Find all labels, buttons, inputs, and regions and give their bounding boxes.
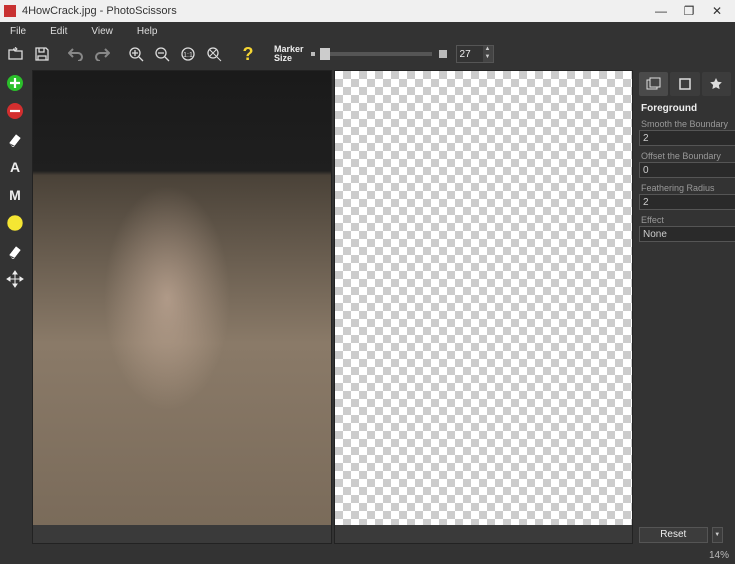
marker-size-slider[interactable] (310, 49, 448, 59)
auto-mode-tool[interactable]: A (2, 154, 28, 180)
eraser2-icon (6, 243, 24, 259)
tab-layers[interactable] (639, 72, 668, 96)
result-canvas[interactable] (335, 71, 633, 525)
workspace (30, 68, 635, 546)
source-pane (32, 70, 332, 544)
status-bar: 14% (0, 546, 735, 564)
eraser-icon (6, 131, 24, 147)
move-icon (6, 270, 24, 288)
feathering-radius-input[interactable] (639, 194, 735, 210)
svg-text:1:1: 1:1 (183, 52, 193, 59)
highlight-tool[interactable] (2, 210, 28, 236)
save-icon (35, 47, 49, 61)
crop-icon (678, 77, 692, 91)
minimize-button[interactable]: — (647, 1, 675, 21)
window-title: 4HowCrack.jpg - PhotoScissors (22, 5, 647, 17)
top-toolbar: 1:1 ? Marker Size ▲▼ (0, 40, 735, 68)
zoom-actual-button[interactable]: 1:1 (176, 42, 200, 66)
marker-size-spinbox[interactable]: ▲▼ (456, 45, 494, 63)
chevron-down-icon: ▼ (714, 532, 720, 538)
eraser-tool[interactable] (2, 126, 28, 152)
layers-icon (646, 77, 662, 91)
feathering-radius-label: Feathering Radius (635, 181, 735, 194)
slider-max-icon (438, 49, 448, 59)
smooth-boundary-input[interactable] (639, 130, 735, 146)
close-button[interactable]: ✕ (703, 1, 731, 21)
svg-text:?: ? (243, 45, 254, 63)
yellow-circle-icon (6, 214, 24, 232)
minus-circle-icon (6, 102, 24, 120)
result-pane-footer (335, 525, 633, 543)
marker-size-label: Marker Size (274, 45, 304, 63)
reset-dropdown[interactable]: ▼ (712, 527, 724, 543)
tab-crop[interactable] (670, 72, 699, 96)
transparent-background (335, 71, 633, 525)
letter-m-icon: M (6, 186, 24, 204)
help-button[interactable]: ? (236, 42, 260, 66)
marker-size-input[interactable] (457, 46, 483, 62)
zoom-fit-icon (207, 47, 222, 62)
zoom-level: 14% (709, 550, 729, 561)
menubar: File Edit View Help (0, 22, 735, 40)
right-panel: Foreground Smooth the Boundary ▲▼ Offset… (635, 68, 735, 546)
slider-thumb[interactable] (320, 48, 330, 60)
result-pane (334, 70, 634, 544)
foreground-marker-tool[interactable] (2, 70, 28, 96)
zoom-actual-icon: 1:1 (181, 47, 196, 62)
zoom-in-icon (129, 47, 144, 62)
main-area: A M (0, 68, 735, 546)
zoom-in-button[interactable] (124, 42, 148, 66)
effect-select[interactable] (639, 226, 735, 242)
plus-circle-icon (6, 74, 24, 92)
spin-down[interactable]: ▼ (483, 54, 493, 62)
redo-icon (94, 47, 110, 61)
source-image (33, 71, 331, 525)
menu-file[interactable]: File (2, 26, 42, 37)
smooth-boundary-label: Smooth the Boundary (635, 117, 735, 130)
help-icon: ? (241, 45, 255, 63)
menu-edit[interactable]: Edit (42, 26, 83, 37)
svg-text:M: M (9, 187, 21, 203)
slider-min-icon (310, 51, 316, 57)
tab-effects[interactable] (702, 72, 731, 96)
zoom-out-icon (155, 47, 170, 62)
save-button[interactable] (30, 42, 54, 66)
undo-button[interactable] (64, 42, 88, 66)
right-panel-footer: Reset ▼ (635, 524, 735, 546)
letter-a-icon: A (6, 158, 24, 176)
menu-help[interactable]: Help (129, 26, 174, 37)
redo-button[interactable] (90, 42, 114, 66)
offset-boundary-label: Offset the Boundary (635, 149, 735, 162)
background-marker-tool[interactable] (2, 98, 28, 124)
source-pane-footer (33, 525, 331, 543)
filename: 4HowCrack.jpg (22, 5, 97, 17)
menu-view[interactable]: View (83, 26, 129, 37)
folder-open-icon (8, 47, 24, 61)
svg-text:A: A (10, 159, 20, 175)
offset-boundary-input[interactable] (639, 162, 735, 178)
titlebar: 4HowCrack.jpg - PhotoScissors — ❐ ✕ (0, 0, 735, 22)
reset-button[interactable]: Reset (639, 527, 708, 543)
app-name: PhotoScissors (106, 5, 176, 17)
eraser2-tool[interactable] (2, 238, 28, 264)
zoom-fit-button[interactable] (202, 42, 226, 66)
manual-mode-tool[interactable]: M (2, 182, 28, 208)
zoom-out-button[interactable] (150, 42, 174, 66)
effect-label: Effect (635, 213, 735, 226)
undo-icon (68, 47, 84, 61)
left-toolstrip: A M (0, 68, 30, 546)
app-icon (4, 5, 16, 17)
source-canvas[interactable] (33, 71, 331, 525)
spin-up[interactable]: ▲ (483, 46, 493, 54)
right-panel-tabs (635, 68, 735, 100)
star-icon (709, 77, 723, 91)
maximize-button[interactable]: ❐ (675, 1, 703, 21)
open-button[interactable] (4, 42, 28, 66)
section-foreground-title: Foreground (635, 100, 735, 117)
move-tool[interactable] (2, 266, 28, 292)
